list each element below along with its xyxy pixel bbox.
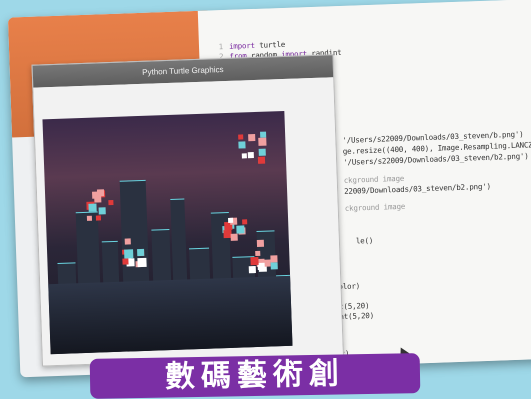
pixel-square [238,134,244,140]
pixel-square [248,266,256,274]
line-number: 1 [218,42,224,52]
turtle-canvas [33,77,343,366]
pixel-square [270,262,278,270]
pixel-square [137,257,147,268]
pixel-square [124,249,134,259]
code-token: import [228,40,256,51]
pixel-square [241,153,247,159]
pixel-square [255,250,261,257]
pixel-square [247,152,254,159]
code-fragment: ckground image [344,201,406,213]
pixel-square [124,238,131,245]
pixel-square [88,203,97,212]
pixel-square [257,156,266,164]
pixel-square [108,199,114,206]
photo-frame: 1 import turtle 2 from random import randin… [7,0,531,378]
code-fragment: ckground image [343,173,405,185]
city-artwork-image [42,110,293,355]
city-ground [48,275,293,355]
pixel-square [248,133,256,142]
pixel-square [250,256,259,266]
pixel-square [230,233,238,241]
pixel-square [256,239,265,247]
pixel-square [137,248,145,257]
pixel-square [258,148,266,156]
pixel-square [257,262,265,270]
pixel-square [98,207,106,215]
pixel-square [92,191,100,199]
turtle-graphics-window[interactable]: Python Turtle Graphics [31,54,344,367]
pixel-square [258,137,267,146]
code-token: turtle [254,39,286,50]
pixel-square [242,219,248,225]
pixel-square [270,255,278,263]
banner-title: 數碼藝術創 [89,353,421,399]
code-fragment: le() [355,235,374,246]
pixel-square [238,141,246,149]
pixel-square [122,258,129,265]
pixel-square [86,215,93,221]
pixel-square [236,225,245,234]
pixel-square [95,215,102,221]
pixel-square [228,217,234,223]
